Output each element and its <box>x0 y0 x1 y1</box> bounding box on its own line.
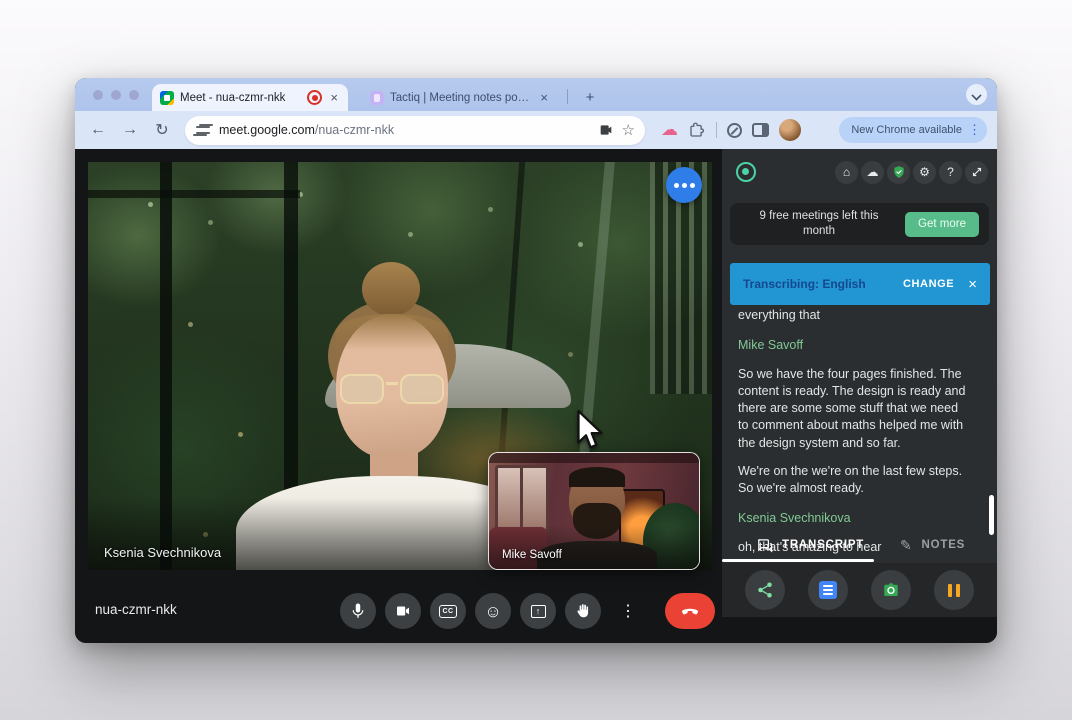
screenshot-button[interactable] <box>870 570 911 610</box>
smiley-icon: ☺ <box>484 601 502 621</box>
cloud-upload-icon[interactable]: ☁ <box>861 160 884 184</box>
transcribing-banner: Transcribing: English CHANGE × <box>730 263 990 305</box>
speaker-name: Ksenia Svechnikova <box>738 511 851 526</box>
glass-door-frame <box>88 190 300 198</box>
sidebar-tab-bar: TRANSCRIPT ✎ NOTES <box>722 531 997 562</box>
participant-name-label: Ksenia Svechnikova <box>104 545 222 560</box>
tab-meet[interactable]: Meet - nua-czmr-nkk × <box>152 84 348 111</box>
raise-hand-button[interactable] <box>565 593 601 629</box>
tab-title: Tactiq | Meeting notes power <box>390 91 533 104</box>
pause-icon <box>947 583 960 597</box>
tab-separator <box>567 89 568 104</box>
site-settings-icon[interactable] <box>195 122 211 138</box>
string-lights <box>148 202 153 207</box>
tactiq-logo-icon <box>736 162 756 182</box>
tab-tactiq[interactable]: Tactiq | Meeting notes power × <box>362 84 558 111</box>
weather-extension-icon[interactable]: ☁ <box>661 120 678 140</box>
settings-gear-icon[interactable]: ⚙ <box>913 160 936 184</box>
tactiq-favicon <box>370 90 384 105</box>
mouse-cursor <box>577 409 603 449</box>
transcript-line: So we have the four pages finished. The … <box>738 366 966 450</box>
more-vertical-icon: ⋮ <box>620 603 636 620</box>
help-icon[interactable]: ? <box>939 160 962 184</box>
meet-page: Ksenia Svechnikova Mike Savoff nua-czmr-… <box>75 149 997 643</box>
transcript-line: We're on the we're on the last few steps… <box>738 463 963 495</box>
tactiq-floating-bubble-button[interactable] <box>666 167 702 203</box>
share-icon <box>758 582 773 598</box>
chrome-update-button[interactable]: New Chrome available ⋮ <box>839 117 987 143</box>
present-screen-button[interactable]: ↑ <box>520 593 556 629</box>
present-icon: ↑ <box>530 604 546 618</box>
camera-icon <box>884 583 898 596</box>
chat-bubbles-icon <box>758 538 773 553</box>
more-options-button[interactable]: ⋮ <box>610 593 646 629</box>
back-button[interactable]: ← <box>85 117 111 143</box>
window-traffic-lights[interactable] <box>93 90 139 100</box>
home-icon[interactable]: ⌂ <box>835 160 858 184</box>
active-tab-underline <box>722 559 874 562</box>
browser-menu-icon[interactable]: ⋮ <box>968 122 981 138</box>
pencil-icon: ✎ <box>900 536 913 553</box>
tab-notes-label: NOTES <box>921 539 966 551</box>
sidebar-action-bar <box>722 563 997 617</box>
tab-title: Meet - nua-czmr-nkk <box>180 91 286 104</box>
phone-hangup-icon <box>681 608 699 615</box>
close-tab-icon[interactable]: × <box>328 90 340 105</box>
pip-video-tile[interactable]: Mike Savoff <box>488 452 700 570</box>
close-tab-icon[interactable]: × <box>538 90 550 105</box>
new-tab-button[interactable]: + <box>578 85 602 109</box>
label-gradient <box>489 525 699 569</box>
chrome-update-label: New Chrome available <box>851 124 962 136</box>
microphone-button[interactable] <box>340 593 376 629</box>
export-to-docs-button[interactable] <box>808 570 849 610</box>
reactions-button[interactable]: ☺ <box>475 593 511 629</box>
change-language-button[interactable]: CHANGE <box>903 278 954 290</box>
reload-button[interactable]: ↻ <box>149 117 175 143</box>
close-banner-icon[interactable]: × <box>968 277 977 292</box>
meeting-code: nua-czmr-nkk <box>95 602 177 617</box>
pause-transcription-button[interactable] <box>933 570 974 610</box>
extensions-puzzle-icon[interactable] <box>688 121 706 139</box>
ceiling-pipes <box>489 453 699 463</box>
end-call-button[interactable] <box>665 593 715 629</box>
shield-check-icon[interactable] <box>887 160 910 184</box>
transcript-line: everything that <box>738 308 820 322</box>
url-domain: meet.google.com <box>219 123 315 137</box>
google-docs-icon <box>819 581 838 599</box>
tab-notes[interactable]: ✎ NOTES <box>900 531 965 559</box>
address-bar[interactable]: meet.google.com/nua-czmr-nkk ☆ <box>185 115 645 145</box>
forward-button[interactable]: → <box>117 117 143 143</box>
participant-name-label: Mike Savoff <box>502 549 562 561</box>
browser-toolbar: ← → ↻ meet.google.com/nua-czmr-nkk ☆ ☁ N… <box>75 111 997 149</box>
camera-button[interactable] <box>385 593 421 629</box>
tab-transcript-label: TRANSCRIPT <box>782 539 865 551</box>
side-panel-icon[interactable] <box>752 123 769 137</box>
share-button[interactable] <box>745 570 786 610</box>
cc-icon: CC <box>439 604 457 618</box>
transcript-panel[interactable]: everything that Mike Savoff So we have t… <box>738 307 970 567</box>
blocked-content-icon[interactable] <box>727 122 742 138</box>
collapse-panel-icon[interactable] <box>965 160 988 184</box>
camera-permission-icon[interactable] <box>598 122 614 138</box>
free-meetings-banner: 9 free meetings left this month Get more <box>730 203 989 245</box>
tactiq-header: ⌂ ☁ ⚙ ? <box>722 149 997 195</box>
tactiq-sidebar: ⌂ ☁ ⚙ ? 9 free meetings left this month … <box>722 149 997 617</box>
speaker-name: Mike Savoff <box>738 338 804 353</box>
profile-avatar[interactable] <box>779 119 801 141</box>
sidebar-scrollbar-thumb[interactable] <box>989 495 994 535</box>
free-meetings-text: 9 free meetings left this month <box>759 210 879 237</box>
toolbar-separator <box>716 122 717 138</box>
browser-window: Meet - nua-czmr-nkk × Tactiq | Meeting n… <box>75 78 997 643</box>
glasses <box>340 374 444 406</box>
tab-strip: Meet - nua-czmr-nkk × Tactiq | Meeting n… <box>75 78 997 111</box>
tab-transcript[interactable]: TRANSCRIPT <box>756 531 864 559</box>
recording-indicator-icon <box>307 90 323 105</box>
bookmark-star-icon[interactable]: ☆ <box>622 121 635 139</box>
captions-button[interactable]: CC <box>430 593 466 629</box>
url-path: /nua-czmr-nkk <box>314 123 395 137</box>
tab-search-chevron-icon[interactable] <box>966 84 987 105</box>
get-more-button[interactable]: Get more <box>905 211 979 237</box>
transcribing-label: Transcribing: English <box>743 277 866 291</box>
meet-favicon <box>160 90 174 105</box>
